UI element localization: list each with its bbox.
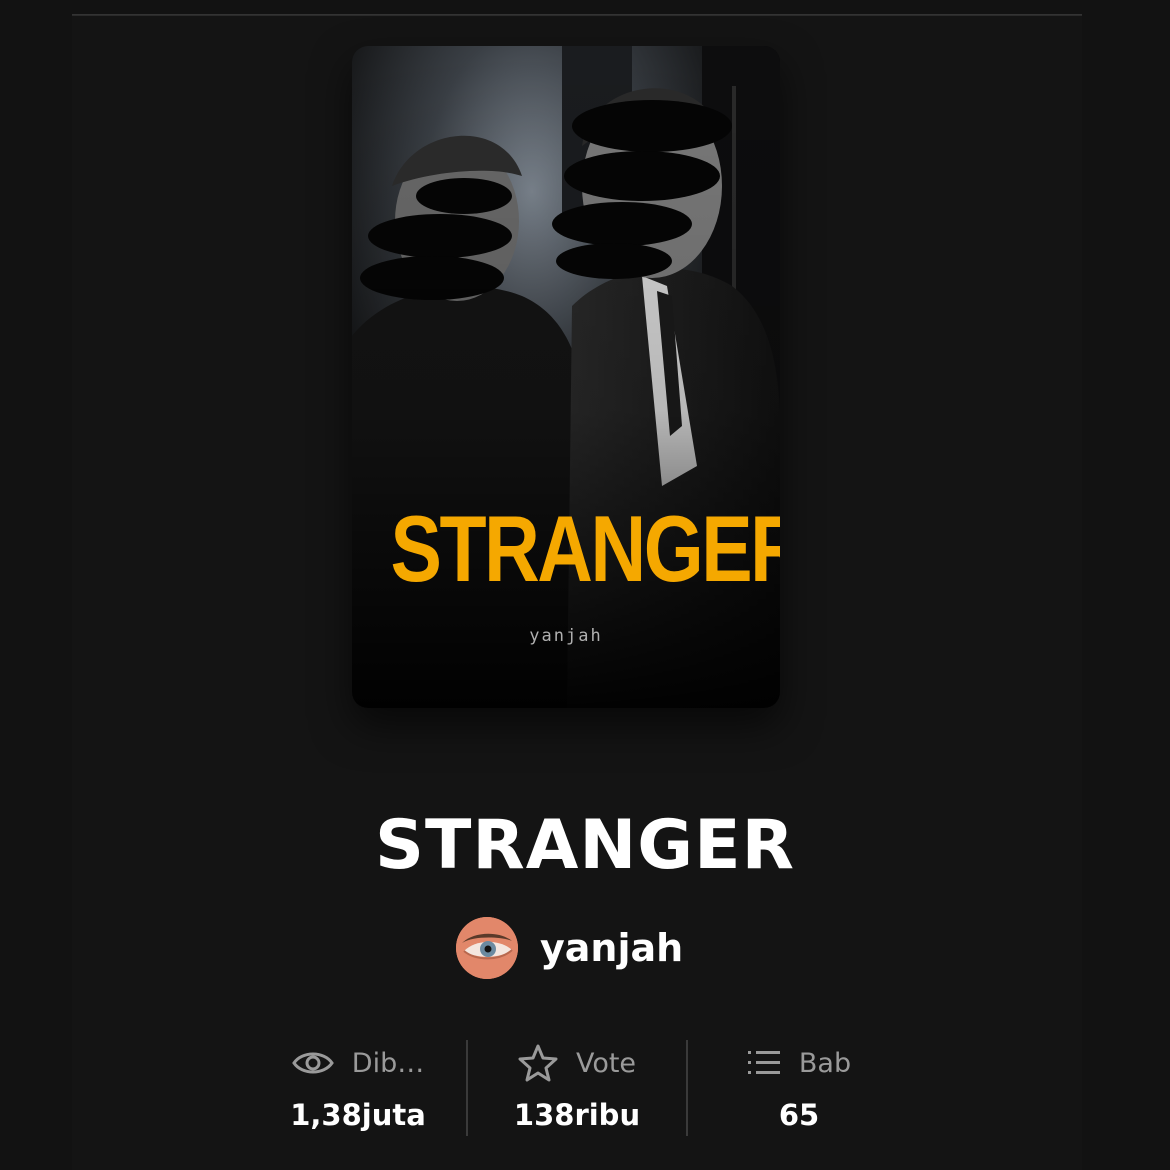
eye-avatar-icon [456,917,518,979]
story-title: STRANGER [375,806,795,885]
cover-title-text: STRANGER [390,496,780,601]
cover-artwork [352,46,780,708]
stat-parts-label: Bab [798,1047,852,1079]
star-icon [518,1044,558,1082]
stat-reads: Dib… 1,38juta [250,1040,466,1138]
stat-votes: Vote 138ribu [468,1040,686,1138]
author-link[interactable]: yanjah [456,917,683,979]
stat-reads-value: 1,38juta [290,1098,426,1132]
story-cover-image[interactable]: STRANGER yanjah [352,46,780,708]
stat-votes-value: 138ribu [513,1098,641,1132]
author-name[interactable]: yanjah [540,926,683,970]
eye-icon [291,1048,334,1078]
stat-parts[interactable]: Bab 65 [688,1040,910,1138]
stat-parts-value: 65 [778,1098,820,1132]
author-avatar[interactable] [456,917,518,979]
stat-reads-label: Dib… [351,1047,425,1079]
cover-author-text: yanjah [529,626,603,646]
stat-votes-label: Vote [575,1047,637,1079]
list-icon [747,1049,781,1077]
story-stats: Dib… 1,38juta Vote 138ribu Bab 65 [250,1040,910,1138]
